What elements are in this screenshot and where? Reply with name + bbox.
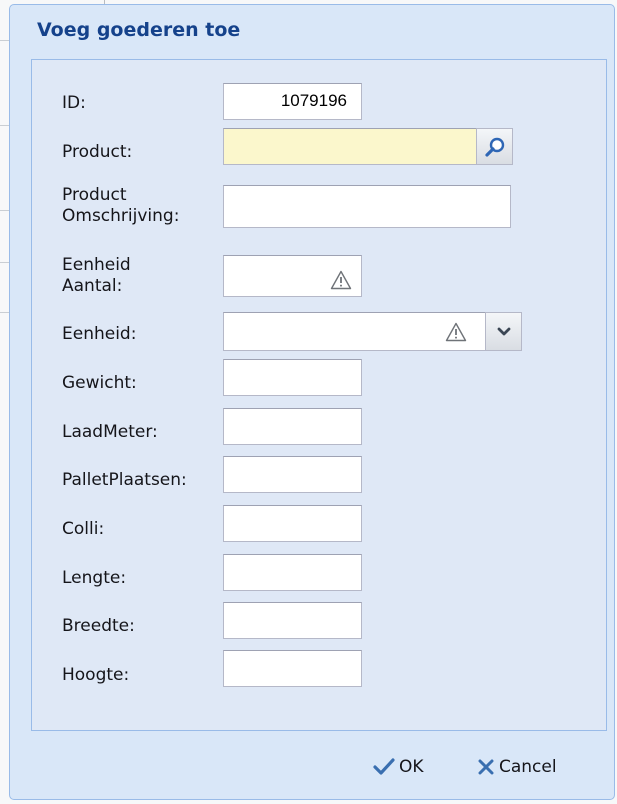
ok-button[interactable]: OK [373, 757, 424, 777]
checkmark-icon [373, 758, 395, 775]
palletplaatsen-label: PalletPlaatsen: [62, 470, 187, 490]
eenheid-aantal-label: Eenheid Aantal: [62, 255, 131, 296]
warning-icon [445, 322, 467, 342]
breedte-field[interactable] [223, 602, 362, 639]
add-goods-dialog: Voeg goederen toe ID: 1079196 Product: P… [9, 4, 615, 800]
close-icon [478, 759, 494, 775]
id-label: ID: [62, 93, 86, 113]
hoogte-label: Hoogte: [62, 665, 130, 685]
product-omschrijving-label: Product Omschrijving: [62, 185, 180, 226]
gewicht-field[interactable] [223, 359, 362, 396]
hoogte-field[interactable] [223, 650, 362, 687]
chevron-down-icon [497, 327, 510, 335]
laadmeter-label: LaadMeter: [62, 422, 158, 442]
product-omschrijving-field[interactable] [223, 185, 511, 228]
palletplaatsen-field[interactable] [223, 456, 362, 493]
cancel-button[interactable]: Cancel [477, 757, 557, 777]
product-field[interactable] [223, 128, 477, 165]
colli-label: Colli: [62, 519, 105, 539]
gewicht-label: Gewicht: [62, 373, 137, 393]
dialog-title: Voeg goederen toe [37, 19, 241, 41]
laadmeter-field[interactable] [223, 408, 362, 445]
eenheid-label: Eenheid: [62, 324, 137, 344]
colli-field[interactable] [223, 505, 362, 542]
product-search-button[interactable] [476, 128, 513, 165]
lengte-label: Lengte: [62, 568, 127, 588]
lengte-field[interactable] [223, 554, 362, 591]
breedte-label: Breedte: [62, 616, 135, 636]
ok-label: OK [399, 757, 424, 777]
warning-icon [330, 270, 352, 290]
search-icon [484, 137, 504, 157]
cancel-label: Cancel [499, 757, 557, 777]
product-label: Product: [62, 142, 133, 162]
eenheid-dropdown-button[interactable] [485, 312, 522, 351]
id-field[interactable]: 1079196 [223, 83, 362, 120]
